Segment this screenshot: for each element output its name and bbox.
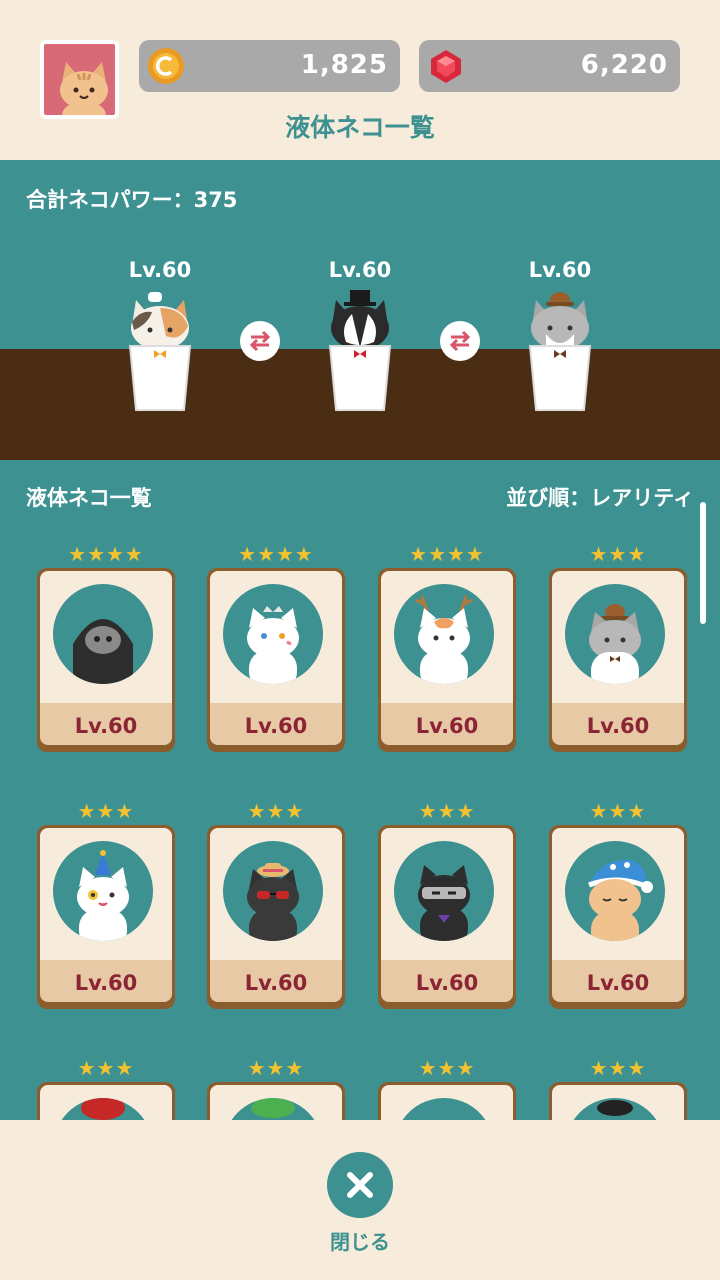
slot-level: Lv.60 [128,258,192,282]
cat-list-panel[interactable]: ★★★★ Lv.60 ★★★★ Lv.60 ★★★★ Lv.60 ★★★ Lv.60 ★★★ Lv… [0,460,720,1120]
sleepy-nightcap-cat-icon [565,841,665,941]
list-heading: 液体ネコ一覧 [26,486,152,510]
card-level: Lv.60 [586,971,650,995]
card-frame [549,1082,687,1120]
gray-bowler-cat-icon [565,584,665,684]
cat-card[interactable]: ★★★ [378,1056,516,1120]
cat-card[interactable]: ★★★★ Lv.60 [207,542,345,752]
gem-amount: 6,220 [580,50,668,80]
party-hat-cat-icon [53,841,153,941]
cat-card[interactable]: ★★★ Lv.60 [37,799,175,1009]
card-level: Lv.60 [415,714,479,738]
grim-reaper-cat-icon [53,584,153,684]
close-icon [347,1172,373,1198]
equipped-slot-3[interactable]: Lv.60 [510,258,610,420]
rarity-stars: ★★★ [418,1056,476,1080]
close-label: 閉じる [330,1230,390,1254]
card-level: Lv.60 [244,714,308,738]
calico-chef-cat-in-cup-icon [128,292,192,411]
rarity-stars: ★★★ [589,1056,647,1080]
cat-card[interactable]: ★★★★ Lv.60 [378,542,516,752]
swap-arrows-icon [449,330,471,352]
sunglasses-cat-icon [223,841,323,941]
reindeer-cat-icon [394,584,494,684]
page-title: 液体ネコ一覧 [285,113,435,142]
rarity-stars: ★★★ [247,1056,305,1080]
gray-bowler-cat-in-cup-icon [528,292,592,411]
ninja-cat-icon [394,841,494,941]
card-frame [37,1082,175,1120]
header: 1,825 6,220 液体ネコ一覧 [0,0,720,160]
rarity-stars: ★★★ [589,542,647,566]
rarity-stars: ★★★★ [409,542,485,566]
cat-card[interactable]: ★★★ [37,1056,175,1120]
equipped-slot-1[interactable]: Lv.60 [110,258,210,420]
cat-card[interactable]: ★★★ Lv.60 [549,799,687,1009]
gem-counter[interactable]: 6,220 [419,40,680,92]
swap-button-1[interactable] [240,321,280,361]
rarity-stars: ★★★★ [238,542,314,566]
sort-button[interactable]: 並び順：レアリティ [506,482,694,512]
equipped-slot-2[interactable]: Lv.60 [310,258,410,420]
cat-card[interactable]: ★★★★ Lv.60 [37,542,175,752]
tuxedo-tophat-cat-in-cup-icon [328,290,392,411]
cat-card[interactable]: ★★★ Lv.60 [549,542,687,752]
rarity-stars: ★★★★ [68,542,144,566]
swap-button-2[interactable] [440,321,480,361]
card-level: Lv.60 [74,971,138,995]
swap-arrows-icon [249,330,271,352]
slot-level: Lv.60 [328,258,392,282]
card-level: Lv.60 [586,714,650,738]
card-level: Lv.60 [74,714,138,738]
coin-amount: 1,825 [300,50,388,80]
card-frame [378,1082,516,1120]
card-level: Lv.60 [244,971,308,995]
rarity-stars: ★★★ [77,1056,135,1080]
total-power: 合計ネコパワー：375 [26,188,238,212]
rarity-stars: ★★★ [247,799,305,823]
close-button[interactable] [327,1152,393,1218]
white-crown-cat-icon [223,584,323,684]
rarity-stars: ★★★ [77,799,135,823]
rarity-stars: ★★★ [589,799,647,823]
cat-card[interactable]: ★★★ [207,1056,345,1120]
cat-card[interactable]: ★★★ [549,1056,687,1120]
card-level: Lv.60 [415,971,479,995]
rarity-stars: ★★★ [418,799,476,823]
coin-icon [148,48,184,84]
coin-counter[interactable]: 1,825 [139,40,400,92]
list-scrollbar[interactable] [700,502,706,624]
slot-level: Lv.60 [528,258,592,282]
cat-card[interactable]: ★★★ Lv.60 [378,799,516,1009]
equipped-stage: 合計ネコパワー：375 Lv.60 Lv.60 Lv.60 [0,160,720,460]
card-frame [207,1082,345,1120]
ruby-gem-icon [431,50,461,83]
footer: 閉じる [0,1120,720,1280]
cat-card[interactable]: ★★★ Lv.60 [207,799,345,1009]
